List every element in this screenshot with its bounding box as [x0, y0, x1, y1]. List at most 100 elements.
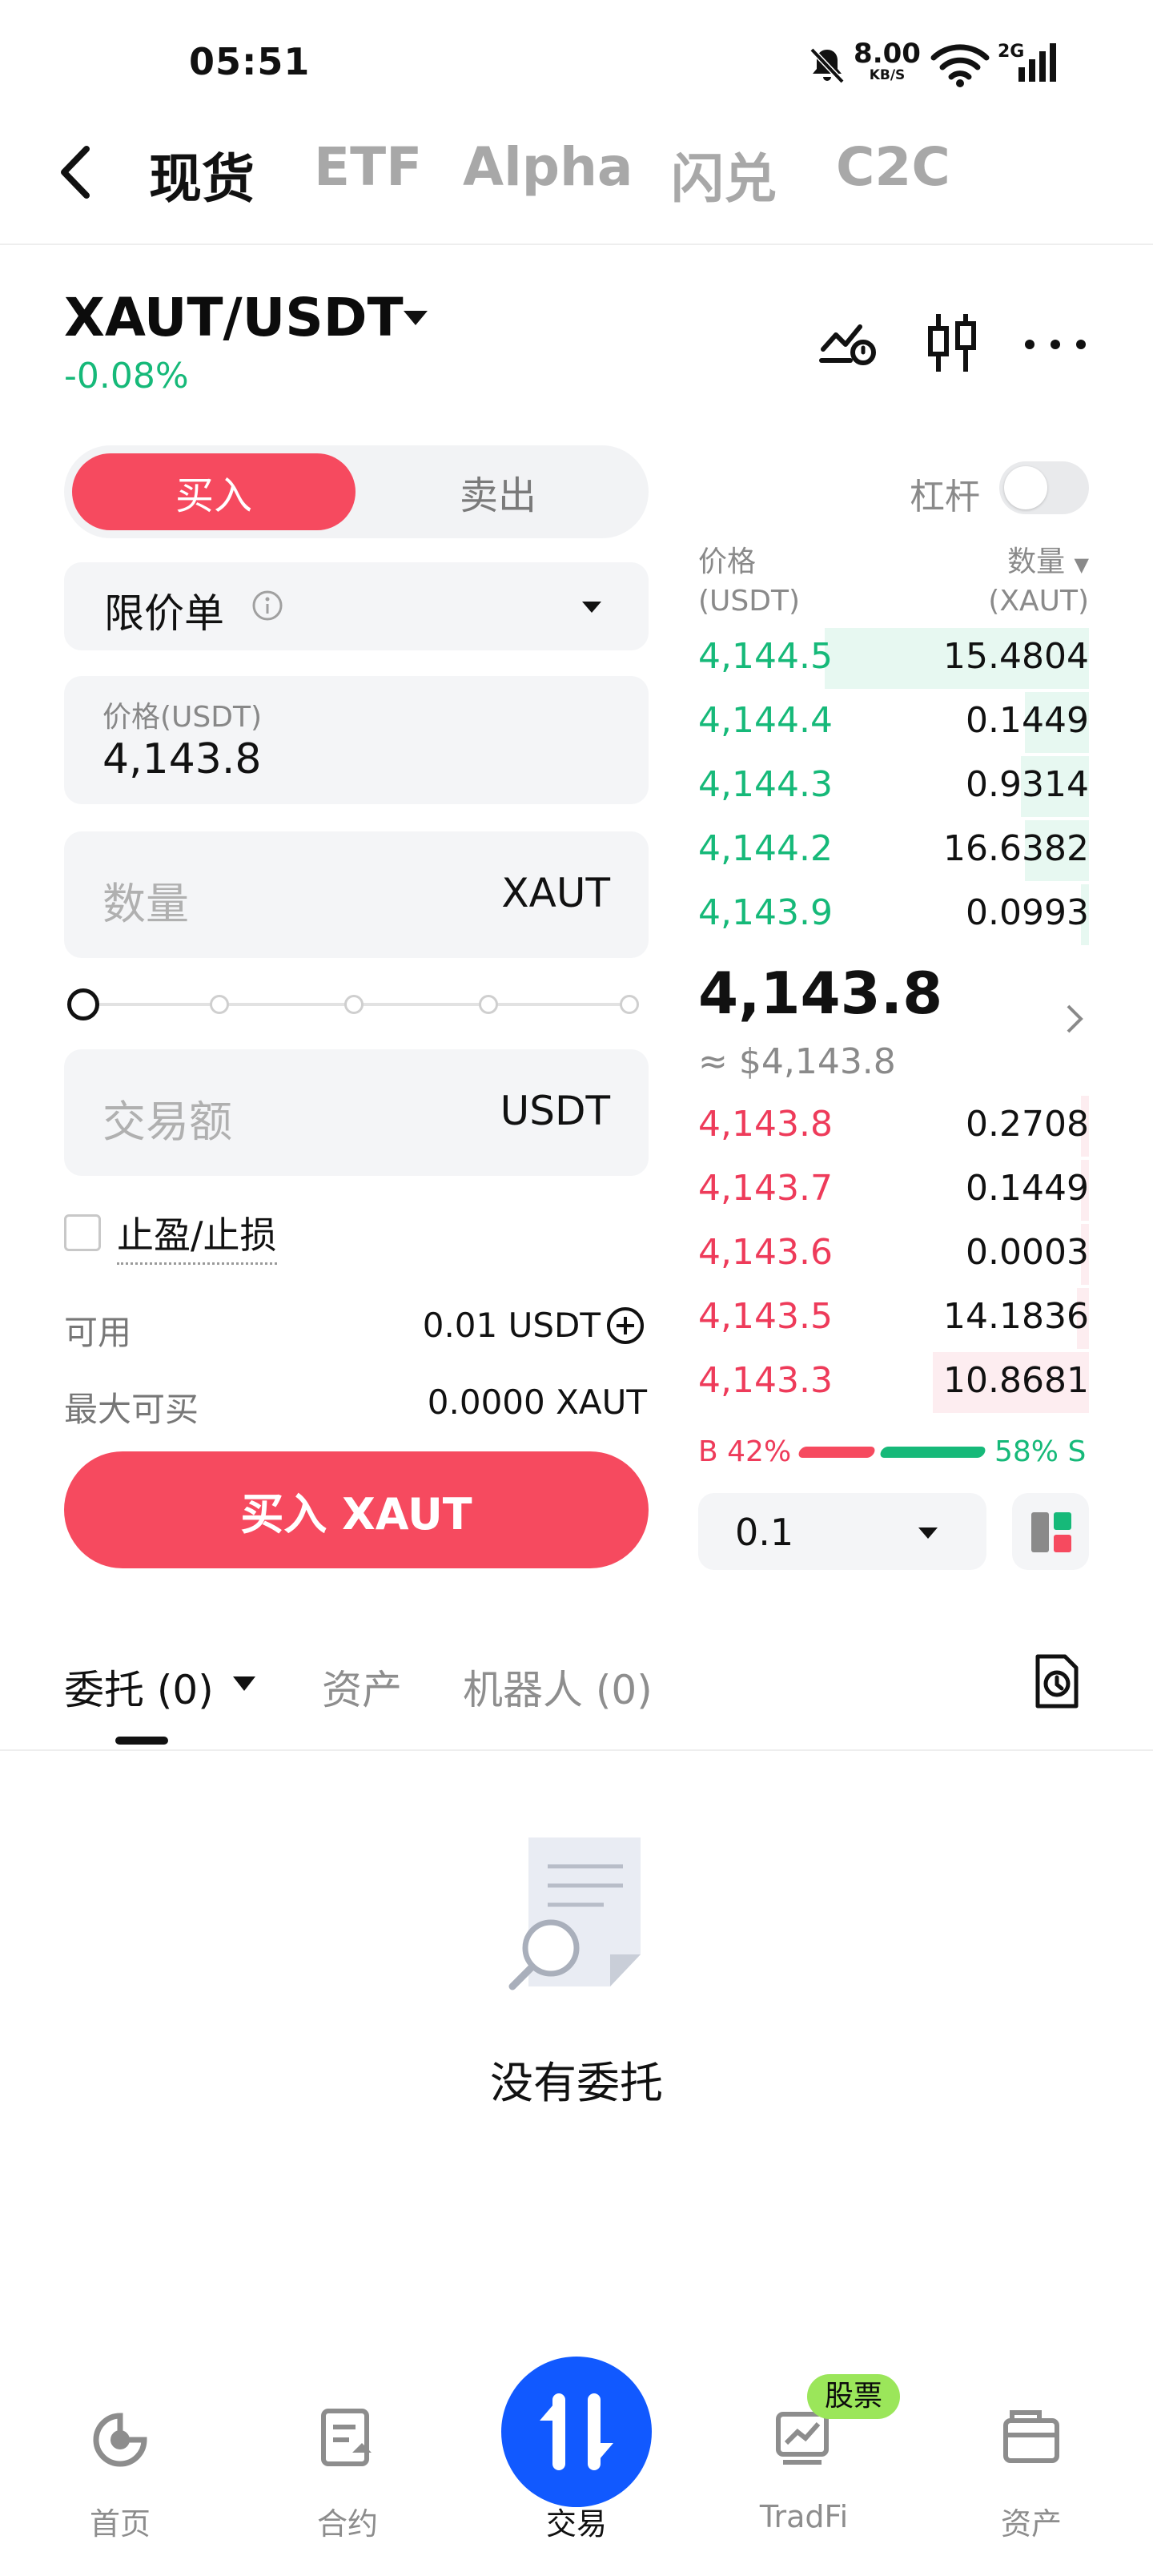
bid-price: 4,143.3 [698, 1360, 833, 1401]
ask-quantity: 15.4804 [943, 636, 1089, 677]
nav-home[interactable]: 首页 [40, 2413, 200, 2543]
quantity-input[interactable]: 数量 XAUT [64, 831, 649, 958]
wallet-icon [1002, 2408, 1060, 2465]
caret-down-icon[interactable] [232, 1676, 256, 1692]
leverage-toggle[interactable] [999, 461, 1089, 514]
available-label: 可用 [64, 1313, 132, 1352]
info-icon[interactable] [251, 590, 283, 622]
bid-row[interactable]: 4,143.7 0.1449 [689, 1160, 1089, 1221]
max-buy-value: 0.0000 XAUT [427, 1383, 647, 1422]
bid-row[interactable]: 4,143.5 14.1836 [689, 1288, 1089, 1349]
buy-sell-ratio-bar [797, 1447, 987, 1458]
book-layout-button[interactable] [1012, 1493, 1089, 1570]
ask-row[interactable]: 4,144.5 15.4804 [689, 628, 1089, 689]
futures-icon [320, 2408, 375, 2469]
empty-orders-text: 没有委托 [490, 2058, 663, 2108]
trade-icon [501, 2357, 652, 2507]
ask-price: 4,144.3 [698, 764, 833, 805]
tab-alpha[interactable]: Alpha [463, 136, 633, 198]
order-type-label: 限价单 [104, 590, 224, 637]
caret-down-icon[interactable] [402, 309, 429, 327]
signal-icon [1017, 42, 1059, 83]
ask-price: 4,144.2 [698, 828, 833, 869]
sell-ratio-label: 58% S [994, 1435, 1087, 1468]
ask-quantity: 0.1449 [966, 700, 1089, 741]
nav-tradfi[interactable]: 股票 TradFi [724, 2374, 900, 2534]
nav-trade[interactable]: 交易 [496, 2357, 657, 2543]
price-alert-icon[interactable] [818, 314, 879, 372]
price-change: -0.08% [64, 356, 189, 396]
ob-price-header: 价格 (USDT) [698, 545, 801, 618]
ask-price: 4,143.9 [698, 892, 833, 933]
bid-price: 4,143.6 [698, 1232, 833, 1273]
ask-price: 4,144.4 [698, 700, 833, 741]
ask-quantity: 0.0993 [966, 892, 1089, 933]
more-icon[interactable] [1022, 335, 1089, 354]
bid-price: 4,143.7 [698, 1168, 833, 1209]
tpsl-label[interactable]: 止盈/止损 [117, 1206, 277, 1265]
active-tab-indicator [115, 1737, 168, 1745]
leverage-label: 杠杆 [910, 477, 980, 517]
ask-row[interactable]: 4,144.2 16.6382 [689, 820, 1089, 881]
bid-quantity: 0.1449 [966, 1168, 1089, 1209]
candlestick-icon[interactable] [924, 311, 982, 375]
price-input[interactable]: 价格(USDT) 4,143.8 [64, 676, 649, 804]
ob-qty-header[interactable]: 数量 ▼ (XAUT) [953, 543, 1089, 621]
bid-quantity: 0.2708 [966, 1104, 1089, 1145]
wifi-icon [930, 43, 990, 88]
tab-swap[interactable]: 闪兑 [671, 136, 777, 213]
tab-assets[interactable]: 资产 [322, 1658, 402, 1716]
home-icon [91, 2411, 149, 2469]
status-time: 05:51 [189, 40, 311, 83]
tab-c2c[interactable]: C2C [836, 136, 950, 198]
precision-value: 0.1 [735, 1511, 794, 1554]
chevron-right-icon[interactable] [1065, 1003, 1084, 1035]
precision-select[interactable]: 0.1 [698, 1493, 986, 1570]
bid-row[interactable]: 4,143.6 0.0003 [689, 1224, 1089, 1285]
tab-etf[interactable]: ETF [314, 136, 422, 198]
order-history-icon[interactable] [1033, 1653, 1081, 1709]
price-value[interactable]: 4,143.8 [102, 735, 261, 783]
quantity-placeholder: 数量 [102, 879, 189, 929]
ask-row[interactable]: 4,143.9 0.0993 [689, 884, 1089, 945]
tpsl-checkbox[interactable] [64, 1214, 101, 1251]
total-unit: USDT [500, 1088, 610, 1134]
ask-row[interactable]: 4,144.3 0.9314 [689, 756, 1089, 817]
deposit-add-icon[interactable] [605, 1306, 645, 1346]
last-price-usd: ≈ $4,143.8 [698, 1041, 896, 1082]
total-input[interactable]: 交易额 USDT [64, 1049, 649, 1176]
chevron-down-icon [581, 601, 602, 614]
bid-price: 4,143.5 [698, 1296, 833, 1337]
tab-bots[interactable]: 机器人 (0) [463, 1658, 653, 1716]
buy-tab[interactable]: 买入 [72, 453, 356, 530]
bell-muted-icon [807, 45, 847, 85]
network-speed: 8.00 KB/S [854, 38, 921, 83]
max-buy-label: 最大可买 [64, 1390, 199, 1429]
price-label: 价格(USDT) [102, 701, 263, 734]
nav-futures[interactable]: 合约 [267, 2409, 428, 2543]
buy-ratio-label: B 42% [698, 1435, 792, 1468]
empty-document-icon [503, 1834, 650, 1994]
book-layout-icon [1030, 1511, 1073, 1554]
header-divider [0, 244, 1153, 245]
back-icon[interactable] [56, 144, 96, 200]
amount-slider[interactable] [67, 982, 644, 1027]
sell-tab[interactable]: 卖出 [356, 453, 641, 530]
nav-assets[interactable]: 资产 [951, 2410, 1111, 2543]
ask-price: 4,144.5 [698, 636, 833, 677]
tab-spot[interactable]: 现货 [149, 136, 255, 213]
bid-quantity: 10.8681 [943, 1360, 1089, 1401]
slider-handle[interactable] [67, 988, 99, 1020]
ask-row[interactable]: 4,144.4 0.1449 [689, 692, 1089, 753]
section-divider [0, 1749, 1153, 1751]
bid-row[interactable]: 4,143.8 0.2708 [689, 1096, 1089, 1157]
tab-orders[interactable]: 委托 (0) [64, 1658, 214, 1716]
last-price: 4,143.8 [698, 960, 943, 1027]
chevron-down-icon [918, 1527, 938, 1540]
pair-selector[interactable]: XAUT/USDT [64, 287, 404, 348]
buy-submit-button[interactable]: 买入 XAUT [64, 1451, 649, 1568]
ask-quantity: 16.6382 [943, 828, 1089, 869]
order-type-select[interactable]: 限价单 [64, 562, 649, 650]
bid-quantity: 14.1836 [943, 1296, 1089, 1337]
bid-row[interactable]: 4,143.3 10.8681 [689, 1352, 1089, 1413]
